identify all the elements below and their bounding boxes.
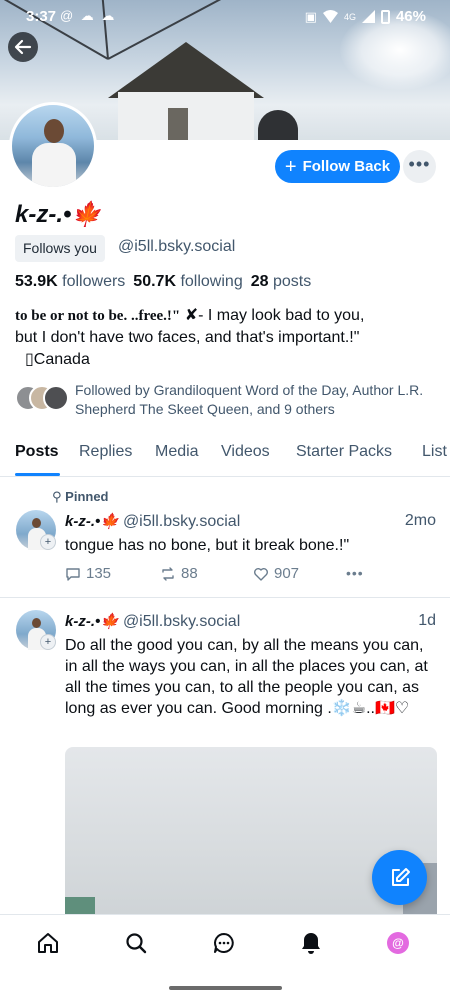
status-right: ▣ 4G 46% [305,8,426,25]
post-author-handle[interactable]: @i5ll.bsky.social [123,613,240,630]
tab-media[interactable]: Media [155,443,199,461]
signal-icon [361,10,375,23]
follows-you-badge: Follows you [15,235,105,262]
notification-icons: @ ☁ ☁ [60,8,117,23]
post-header: k-z-.•🍁 @i5ll.bsky.social [65,612,240,631]
status-time: 3:37 [26,8,57,25]
profile-handle: @i5ll.bsky.social [118,238,236,255]
nav-home[interactable] [34,929,62,957]
followers-count: 53.9K [15,273,58,290]
home-icon [38,933,58,953]
compose-button[interactable] [372,850,427,905]
known-follower-avatar [43,385,69,411]
repost-button[interactable]: 88 [160,565,198,582]
profile-tabs: Posts Replies Media Videos Starter Packs… [0,433,450,477]
post-item[interactable]: ⚲ Pinned + k-z-.•🍁 @i5ll.bsky.social 2mo … [0,478,450,598]
tab-replies[interactable]: Replies [79,443,132,461]
pinned-label: ⚲ Pinned [52,489,109,505]
nav-search[interactable] [122,929,150,957]
wifi-icon [322,10,338,23]
post-timestamp[interactable]: 1d [418,612,436,630]
post-image[interactable] [65,747,437,927]
followers-label: followers [62,273,126,290]
tab-lists[interactable]: List [422,443,447,461]
follow-back-button[interactable]: + Follow Back [275,150,400,183]
post-header: k-z-.•🍁 @i5ll.bsky.social [65,512,240,531]
follow-back-label: Follow Back [302,158,391,175]
bottom-navigation: @ [0,914,450,972]
plus-icon: + [284,155,297,178]
following-link[interactable]: 50.7K following [133,273,242,291]
post-more-button[interactable]: ••• [346,565,364,581]
tab-videos[interactable]: Videos [221,443,270,461]
pin-icon: ⚲ [52,489,62,504]
windmill-door [168,108,188,140]
network-type: 4G [343,11,356,22]
reply-button[interactable]: 135 [65,565,111,582]
windmill-roof [108,42,264,98]
posts-count: 28 [250,273,269,290]
post-timestamp[interactable]: 2mo [405,512,436,530]
profile-avatar[interactable] [9,102,97,190]
like-button[interactable]: 907 [253,565,299,582]
follow-plus-icon: + [40,634,56,650]
reply-count: 135 [86,565,112,582]
nfc-icon: ▣ [304,8,317,24]
follow-plus-icon: + [40,534,56,550]
followers-link[interactable]: 53.9K followers [15,273,125,291]
known-followers[interactable]: Followed by Grandiloquent Word of the Da… [15,381,435,421]
avatar-head [44,119,64,143]
search-icon [126,933,147,954]
post-text: Do all the good you can, by all the mean… [65,637,428,717]
avatar-head [32,518,41,528]
repost-count: 88 [181,565,198,582]
notifications-icon [302,933,320,954]
bio-line-1: to be or not to be. ..free.!" ✘- I may l… [15,305,435,327]
reply-icon [66,567,80,581]
home-indicator[interactable] [169,986,282,990]
status-bar: 3:37 @ ☁ ☁ ▣ 4G 46% [0,0,450,34]
known-followers-text: Followed by Grandiloquent Word of the Da… [75,382,424,417]
compose-icon [391,867,410,886]
post-author-name[interactable]: k-z-.•🍁 [65,613,119,630]
bio-line-3: ▯Canada [25,351,90,368]
post-author-handle[interactable]: @i5ll.bsky.social [123,513,240,530]
display-name: k-z-.•🍁 [15,201,102,228]
posts-label: posts [272,273,312,290]
avatar-head [32,618,41,628]
tab-posts[interactable]: Posts [15,443,59,461]
profile-stats: 53.9K followers 50.7K following 28 posts [15,273,311,291]
pinned-text: Pinned [65,489,109,504]
chat-icon [214,933,234,953]
nav-notifications[interactable] [297,929,325,957]
banner-hut [258,110,298,140]
back-arrow-icon[interactable] [8,32,38,62]
nav-chat[interactable] [210,929,238,957]
bio-line-1-rest: ✘- I may look bad to you, [184,307,365,324]
post-author-avatar[interactable]: + [16,510,56,550]
following-label: following [180,273,243,290]
post-text: tongue has no bone, but it break bone.!" [65,537,350,554]
like-count: 907 [274,565,300,582]
repost-icon [162,566,174,581]
post-author-avatar[interactable]: + [16,610,56,650]
following-count: 50.7K [133,273,176,290]
posts-stat: 28 posts [251,273,312,291]
tab-starter-packs[interactable]: Starter Packs [296,443,392,461]
heart-icon [254,567,268,581]
avatar-figure [32,143,76,187]
battery-icon [380,9,390,24]
bio-line-2: but I don't have two faces, and that's i… [15,329,360,346]
post-author-name[interactable]: k-z-.•🍁 [65,513,119,530]
nav-profile[interactable]: @ [384,929,412,957]
more-options-button[interactable]: ••• [403,150,436,183]
bio-serif-text: to be or not to be. ..free.!" [15,308,181,324]
active-tab-indicator [15,473,60,476]
profile-bio: to be or not to be. ..free.!" ✘- I may l… [15,305,435,371]
battery-percent: 46% [395,8,426,25]
profile-avatar-icon: @ [387,932,409,954]
